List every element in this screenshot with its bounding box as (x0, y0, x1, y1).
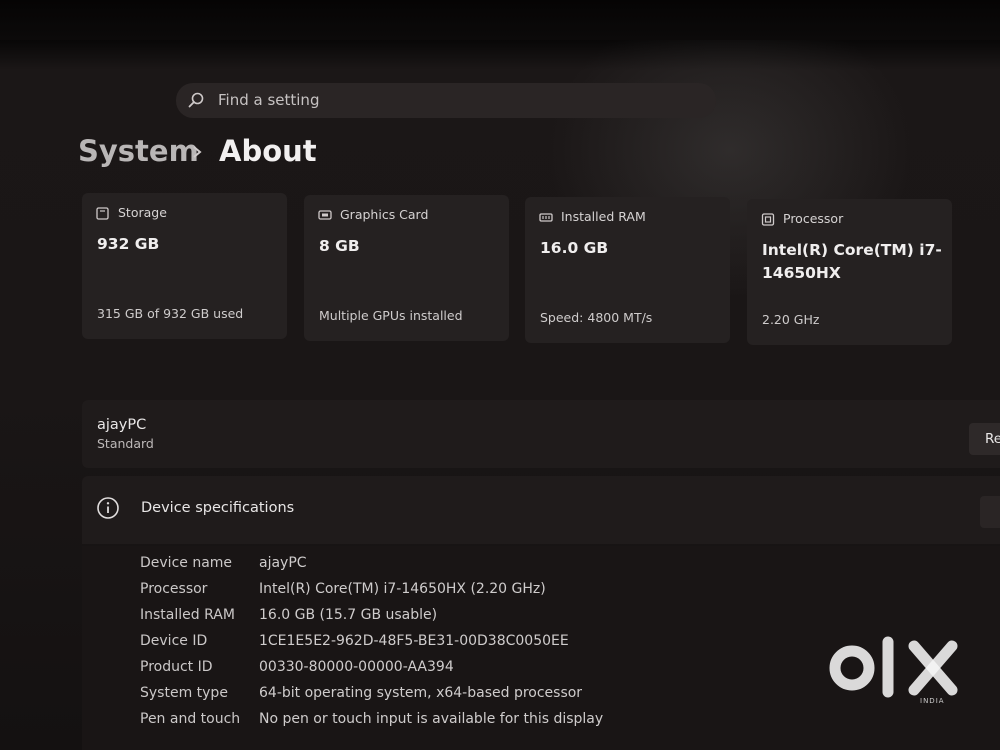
device-specifications-header[interactable]: Device specifications (82, 476, 1000, 544)
card-value: 932 GB (97, 235, 160, 253)
info-icon (97, 497, 119, 519)
graphics-card-card[interactable]: Graphics Card 8 GB Multiple GPUs install… (304, 195, 509, 341)
spec-label: System type (140, 685, 228, 701)
spec-value: Intel(R) Core(TM) i7-14650HX (2.20 GHz) (259, 581, 546, 597)
spec-value: 1CE1E5E2-962D-48F5-BE31-00D38C0050EE (259, 633, 569, 649)
spec-label: Installed RAM (140, 607, 235, 623)
svg-text:INDIA: INDIA (920, 697, 945, 705)
spec-value: 64-bit operating system, x64-based proce… (259, 685, 583, 701)
card-title: Installed RAM (561, 209, 646, 224)
pc-edition: Standard (97, 436, 154, 451)
rename-label: Re (985, 431, 1000, 447)
chevron-right-icon (193, 146, 202, 158)
page-title: About (219, 134, 317, 168)
search-box[interactable]: Find a setting (176, 83, 716, 118)
spec-row-installed-ram: Installed RAM 16.0 GB (15.7 GB usable) (140, 607, 980, 633)
card-subtitle: Multiple GPUs installed (319, 308, 463, 323)
card-title: Processor (783, 211, 844, 226)
spec-row-pen-and-touch: Pen and touch No pen or touch input is a… (140, 711, 980, 737)
card-value: 8 GB (319, 237, 360, 255)
spec-value: No pen or touch input is available for t… (259, 711, 604, 727)
storage-icon (96, 207, 109, 220)
search-input[interactable]: Find a setting (218, 91, 319, 109)
installed-ram-card[interactable]: Installed RAM 16.0 GB Speed: 4800 MT/s (525, 197, 730, 343)
card-subtitle: 315 GB of 932 GB used (97, 306, 244, 321)
ram-icon (539, 213, 553, 222)
spec-label: Product ID (140, 659, 213, 675)
card-value: Intel(R) Core(TM) i7-14650HX (762, 241, 942, 282)
spec-label: Pen and touch (140, 711, 241, 727)
section-title: Device specifications (141, 500, 295, 516)
card-title: Storage (118, 205, 167, 220)
olx-logo-watermark: INDIA (829, 636, 958, 705)
card-title: Graphics Card (340, 207, 429, 222)
processor-card[interactable]: Processor Intel(R) Core(TM) i7-14650HX 2… (747, 199, 952, 345)
processor-icon (761, 213, 775, 226)
spec-row-device-name: Device name ajayPC (140, 555, 980, 581)
spec-value: ajayPC (259, 555, 307, 571)
spec-value: 00330-80000-00000-AA394 (259, 659, 454, 675)
device-name-row: ajayPC Standard Re (82, 400, 1000, 468)
spec-label: Processor (140, 581, 208, 597)
storage-card[interactable]: Storage 932 GB 315 GB of 932 GB used (82, 193, 287, 339)
monitor-bezel (0, 0, 1000, 40)
breadcrumb-system[interactable]: System (78, 134, 199, 174)
card-subtitle: Speed: 4800 MT/s (540, 310, 653, 325)
card-value: 16.0 GB (540, 239, 609, 257)
spec-value: 16.0 GB (15.7 GB usable) (259, 607, 438, 623)
card-subtitle: 2.20 GHz (762, 312, 820, 327)
pc-name: ajayPC (97, 417, 147, 433)
search-icon (188, 92, 204, 108)
spec-row-processor: Processor Intel(R) Core(TM) i7-14650HX (… (140, 581, 980, 607)
graphics-card-icon (318, 210, 332, 220)
spec-label: Device ID (140, 633, 208, 649)
spec-label: Device name (140, 555, 233, 571)
copy-button[interactable] (980, 496, 1000, 528)
rename-button[interactable]: Re (969, 423, 1000, 455)
